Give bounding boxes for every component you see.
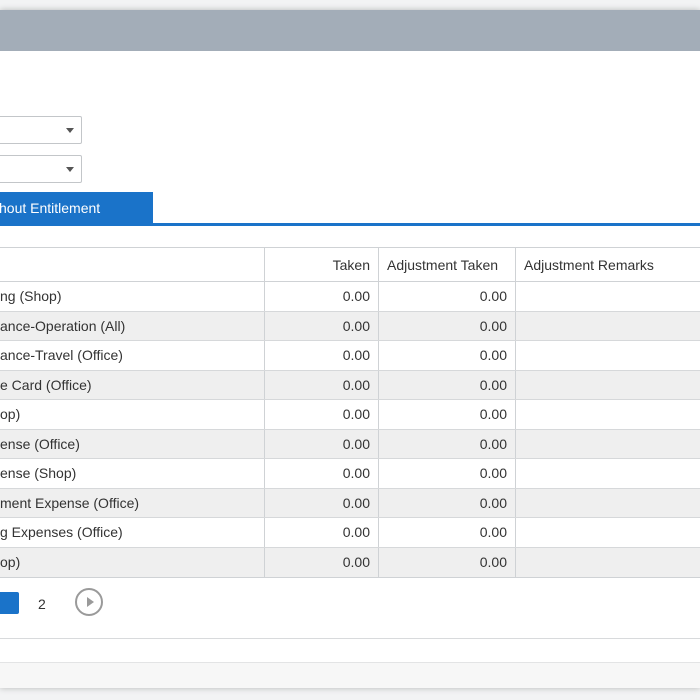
row-name-cell: ng (Shop) xyxy=(0,288,62,305)
row-adjustment-remarks-cell[interactable] xyxy=(515,341,700,370)
row-adjustment-taken-cell: 0.00 xyxy=(378,282,515,311)
row-adjustment-taken-cell: 0.00 xyxy=(378,488,515,517)
chevron-down-icon xyxy=(66,128,74,133)
row-adjustment-remarks-cell[interactable] xyxy=(515,429,700,458)
row-adjustment-remarks-cell[interactable] xyxy=(515,282,700,311)
row-adjustment-taken-cell: 0.00 xyxy=(378,311,515,340)
row-taken-cell: 0.00 xyxy=(264,547,378,577)
table-row[interactable]: ance-Travel (Office) 0.00 0.00 xyxy=(0,341,700,371)
table-header-row: Taken Adjustment Taken Adjustment Remark… xyxy=(0,248,700,282)
row-taken-cell: 0.00 xyxy=(264,400,378,429)
row-adjustment-taken-cell: 0.00 xyxy=(378,370,515,399)
row-name-cell: g Expenses (Office) xyxy=(0,524,123,541)
row-adjustment-taken-cell: 0.00 xyxy=(378,459,515,488)
table-row[interactable]: ment Expense (Office) 0.00 0.00 xyxy=(0,488,700,518)
row-name-cell: op) xyxy=(0,554,21,571)
dropdown-1[interactable] xyxy=(0,116,82,144)
row-adjustment-remarks-cell[interactable] xyxy=(515,400,700,429)
page-1-button[interactable] xyxy=(0,592,19,614)
tab-without-entitlement[interactable]: hout Entitlement xyxy=(0,192,153,224)
row-adjustment-taken-cell: 0.00 xyxy=(378,400,515,429)
tab-underline xyxy=(0,223,700,226)
row-adjustment-taken-cell: 0.00 xyxy=(378,518,515,547)
row-name-cell: ment Expense (Office) xyxy=(0,494,140,511)
title-bar xyxy=(0,10,700,51)
header-taken[interactable]: Taken xyxy=(264,248,378,281)
row-adjustment-remarks-cell[interactable] xyxy=(515,518,700,547)
next-page-icon[interactable] xyxy=(75,588,103,616)
page-2-button[interactable]: 2 xyxy=(38,596,46,612)
row-taken-cell: 0.00 xyxy=(264,429,378,458)
entitlement-table: Taken Adjustment Taken Adjustment Remark… xyxy=(0,247,700,578)
row-adjustment-remarks-cell[interactable] xyxy=(515,370,700,399)
row-taken-cell: 0.00 xyxy=(264,488,378,517)
row-adjustment-taken-cell: 0.00 xyxy=(378,429,515,458)
row-name-cell: ense (Office) xyxy=(0,435,80,452)
row-name-cell: op) xyxy=(0,406,21,423)
row-adjustment-remarks-cell[interactable] xyxy=(515,547,700,577)
header-adjustment-remarks[interactable]: Adjustment Remarks xyxy=(515,248,700,281)
table-row[interactable]: ense (Office) 0.00 0.00 xyxy=(0,429,700,459)
row-adjustment-taken-cell: 0.00 xyxy=(378,341,515,370)
row-taken-cell: 0.00 xyxy=(264,282,378,311)
row-taken-cell: 0.00 xyxy=(264,370,378,399)
footer-divider xyxy=(0,638,700,639)
row-adjustment-remarks-cell[interactable] xyxy=(515,459,700,488)
row-name-cell: e Card (Office) xyxy=(0,376,92,393)
row-taken-cell: 0.00 xyxy=(264,518,378,547)
row-taken-cell: 0.00 xyxy=(264,459,378,488)
row-taken-cell: 0.00 xyxy=(264,311,378,340)
chevron-down-icon xyxy=(66,167,74,172)
table-row[interactable]: e Card (Office) 0.00 0.00 xyxy=(0,370,700,400)
row-adjustment-remarks-cell[interactable] xyxy=(515,488,700,517)
chevron-right-icon xyxy=(87,597,94,607)
table-row[interactable]: ng (Shop) 0.00 0.00 xyxy=(0,282,700,312)
row-adjustment-remarks-cell[interactable] xyxy=(515,311,700,340)
dialog-window: hout Entitlement Taken Adjustment Taken … xyxy=(0,10,700,688)
row-name-cell: ense (Shop) xyxy=(0,465,77,482)
header-name xyxy=(0,248,264,281)
tab-label: hout Entitlement xyxy=(0,200,101,216)
table-row[interactable]: op) 0.00 0.00 xyxy=(0,547,700,577)
row-name-cell: ance-Operation (All) xyxy=(0,317,126,334)
table-row[interactable]: g Expenses (Office) 0.00 0.00 xyxy=(0,518,700,548)
header-adjustment-taken[interactable]: Adjustment Taken xyxy=(378,248,515,281)
table-row[interactable]: ense (Shop) 0.00 0.00 xyxy=(0,459,700,489)
table-row[interactable]: op) 0.00 0.00 xyxy=(0,400,700,430)
footer-bar xyxy=(0,662,700,688)
row-adjustment-taken-cell: 0.00 xyxy=(378,547,515,577)
table-row[interactable]: ance-Operation (All) 0.00 0.00 xyxy=(0,311,700,341)
row-taken-cell: 0.00 xyxy=(264,341,378,370)
dropdown-2[interactable] xyxy=(0,155,82,183)
row-name-cell: ance-Travel (Office) xyxy=(0,347,123,364)
